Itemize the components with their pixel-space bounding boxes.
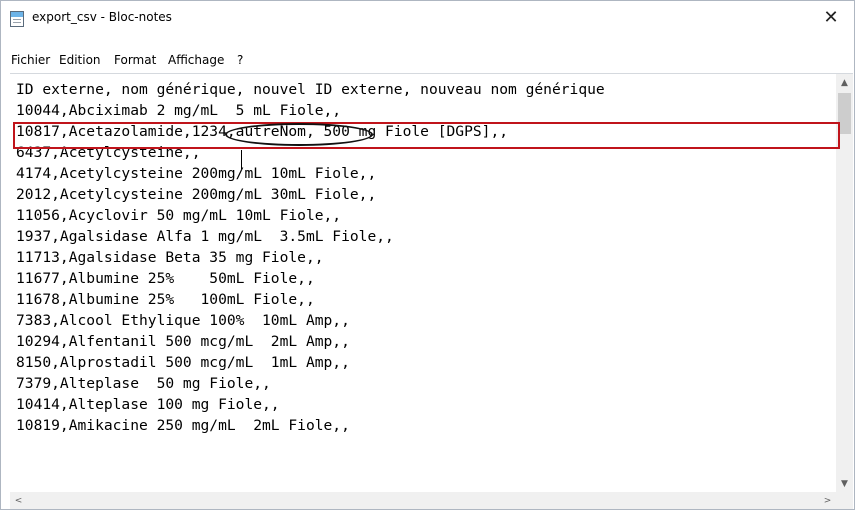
text-caret xyxy=(241,150,242,169)
title-bar[interactable]: export_csv - Bloc-notes ✕ xyxy=(1,1,854,45)
text-line[interactable]: 7383,Alcool Ethylique 100% 10mL Amp,, xyxy=(16,310,833,331)
text-line[interactable]: 2012,Acetylcysteine 200mg/mL 30mL Fiole,… xyxy=(16,184,833,205)
menu-help[interactable]: ? xyxy=(237,53,243,67)
text-line[interactable]: 11677,Albumine 25% 50mL Fiole,, xyxy=(16,268,833,289)
notepad-window: export_csv - Bloc-notes ✕ Fichier Editio… xyxy=(0,0,855,510)
menu-edition[interactable]: Edition xyxy=(59,53,101,67)
text-line[interactable]: 11678,Albumine 25% 100mL Fiole,, xyxy=(16,289,833,310)
text-line[interactable]: 7379,Alteplase 50 mg Fiole,, xyxy=(16,373,833,394)
text-line[interactable]: 10414,Alteplase 100 mg Fiole,, xyxy=(16,394,833,415)
text-line[interactable]: 11056,Acyclovir 50 mg/mL 10mL Fiole,, xyxy=(16,205,833,226)
text-line[interactable]: 11713,Agalsidase Beta 35 mg Fiole,, xyxy=(16,247,833,268)
text-line[interactable]: 8150,Alprostadil 500 mcg/mL 1mL Amp,, xyxy=(16,352,833,373)
text-line[interactable]: 10044,Abciximab 2 mg/mL 5 mL Fiole,, xyxy=(16,100,833,121)
scroll-down-icon[interactable]: ▼ xyxy=(836,475,853,492)
text-line[interactable]: 1937,Agalsidase Alfa 1 mg/mL 3.5mL Fiole… xyxy=(16,226,833,247)
notepad-icon xyxy=(10,11,24,27)
scroll-right-icon[interactable]: > xyxy=(819,492,836,509)
window-title: export_csv - Bloc-notes xyxy=(32,10,172,24)
text-line[interactable]: 10819,Amikacine 250 mg/mL 2mL Fiole,, xyxy=(16,415,833,436)
red-highlight-box xyxy=(13,122,840,149)
scroll-up-icon[interactable]: ▲ xyxy=(836,74,853,91)
menu-affichage[interactable]: Affichage xyxy=(168,53,224,67)
scrollbar-corner xyxy=(836,492,853,509)
menu-fichier[interactable]: Fichier xyxy=(11,53,50,67)
text-line[interactable]: 4174,Acetylcysteine 200mg/mL 10mL Fiole,… xyxy=(16,163,833,184)
circle-annotation xyxy=(225,123,373,146)
horizontal-scrollbar[interactable]: < > xyxy=(10,492,836,509)
close-button[interactable]: ✕ xyxy=(808,1,854,33)
text-line[interactable]: ID externe, nom générique, nouvel ID ext… xyxy=(16,79,833,100)
menu-format[interactable]: Format xyxy=(114,53,156,67)
scroll-left-icon[interactable]: < xyxy=(10,492,27,509)
text-line[interactable]: 10294,Alfentanil 500 mcg/mL 2mL Amp,, xyxy=(16,331,833,352)
menu-bar: Fichier Edition Format Affichage ? xyxy=(1,51,854,71)
